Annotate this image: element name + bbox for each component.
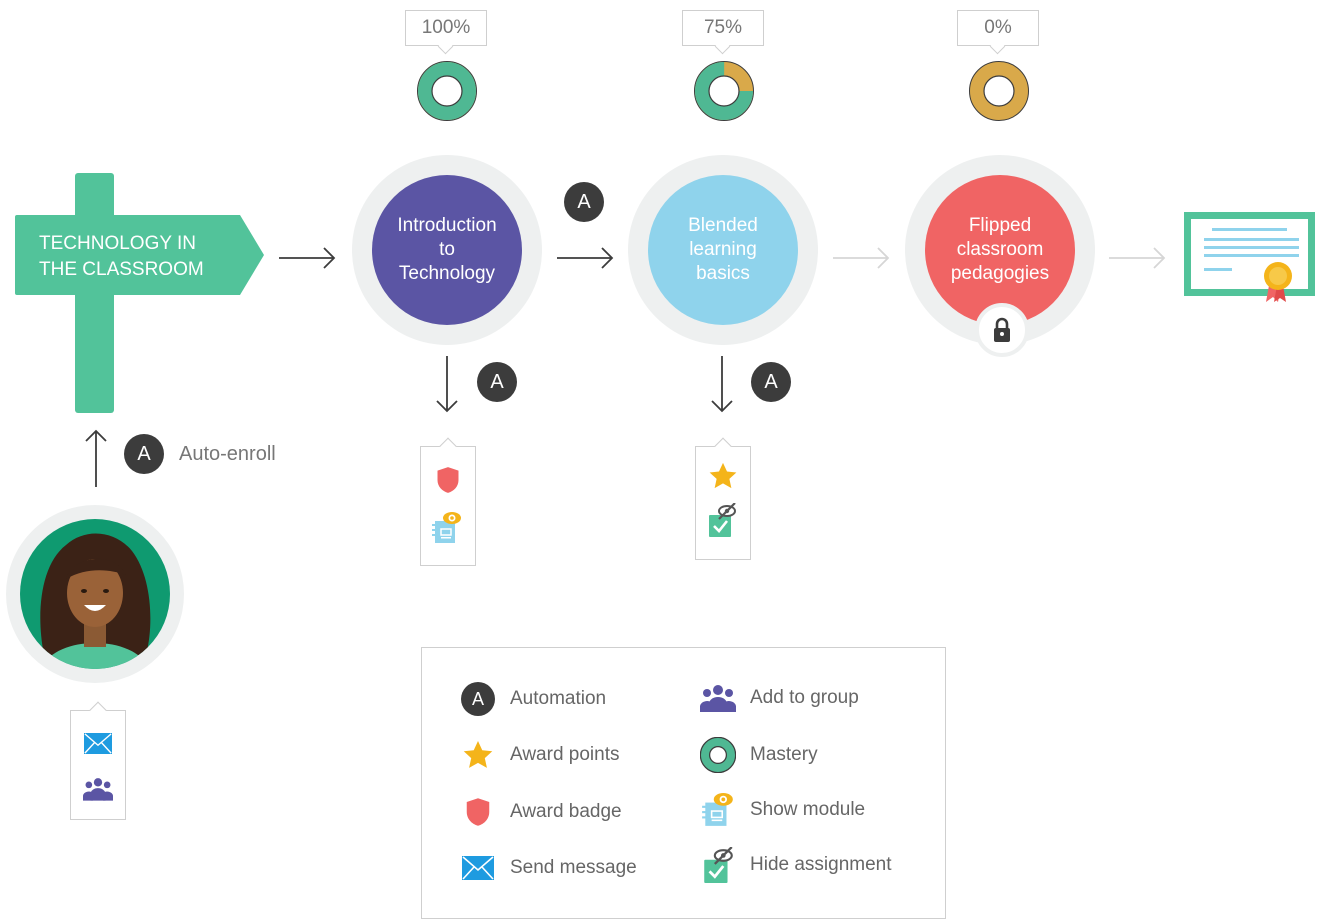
star-icon <box>462 739 494 771</box>
mastery-donut-hole <box>431 75 463 107</box>
course-1-actions-card <box>420 446 476 566</box>
legend-label: Hide assignment <box>750 854 892 875</box>
legend-label: Send message <box>510 857 637 878</box>
legend-label: Mastery <box>750 744 818 765</box>
legend-item-send-message: Send message <box>460 850 637 886</box>
legend-item-mastery: Mastery <box>700 737 818 773</box>
course-2-line-2: learning <box>689 239 757 260</box>
automation-badge-enroll: A <box>124 434 164 474</box>
mastery-donut-2 <box>694 61 754 121</box>
course-3-line-3: pedagogies <box>950 263 1050 284</box>
automation-badge-course-1-2: A <box>564 182 604 222</box>
arrow-up-enroll <box>85 429 107 487</box>
automation-icon: A <box>461 682 495 716</box>
add-to-group-icon <box>83 777 113 801</box>
legend-label: Award badge <box>510 801 622 822</box>
course-2-actions-card <box>695 446 751 560</box>
legend: A Automation Add to group Award points M… <box>421 647 946 919</box>
signpost-line-1: TECHNOLOGY IN <box>39 233 196 254</box>
learner-avatar <box>6 505 184 683</box>
person-icon <box>20 519 170 669</box>
enroll-actions-card <box>70 710 126 820</box>
arrow-down-1 <box>436 356 458 413</box>
automation-badge-course-1: A <box>477 362 517 402</box>
hide-assignment-icon <box>707 503 737 537</box>
legend-label: Add to group <box>750 687 859 708</box>
signpost: TECHNOLOGY IN THE CLASSROOM <box>15 173 265 413</box>
mastery-donut-3 <box>969 61 1029 121</box>
legend-item-award-points: Award points <box>460 737 620 773</box>
arrow-right-4 <box>1109 247 1166 269</box>
certificate-icon <box>1184 212 1315 302</box>
arrow-right-2 <box>557 247 614 269</box>
arrow-down-2 <box>711 356 733 413</box>
arrow-right-3 <box>833 247 890 269</box>
course-blended-learning-basics[interactable]: Blended learning basics <box>628 155 818 345</box>
arrow-right-1 <box>279 247 336 269</box>
course-circle-1: Introduction to Technology <box>372 175 522 325</box>
course-1-line-3: Technology <box>398 263 496 284</box>
automation-badge-course-2: A <box>751 362 791 402</box>
add-to-group-icon <box>700 684 736 712</box>
badge-shield-icon <box>434 465 462 495</box>
mastery-percent-1: 100% <box>405 10 487 46</box>
signpost-line-2: THE CLASSROOM <box>39 259 204 280</box>
course-2-line-1: Blended <box>688 215 758 236</box>
lock-icon <box>992 317 1012 343</box>
legend-item-automation: A Automation <box>460 681 606 717</box>
legend-item-hide-assignment: Hide assignment <box>700 847 892 883</box>
show-module-icon <box>702 792 734 828</box>
course-1-line-2: to <box>439 239 455 260</box>
legend-label: Award points <box>510 744 620 765</box>
mastery-percent-3: 0% <box>957 10 1039 46</box>
mastery-percent-2: 75% <box>682 10 764 46</box>
mastery-donut-hole <box>983 75 1015 107</box>
star-icon <box>708 461 738 491</box>
envelope-icon <box>462 856 494 880</box>
auto-enroll-label: Auto-enroll <box>179 443 276 465</box>
legend-item-add-to-group: Add to group <box>700 680 859 716</box>
mastery-icon <box>700 737 736 773</box>
badge-shield-icon <box>463 796 493 828</box>
course-circle-2: Blended learning basics <box>648 175 798 325</box>
hide-assignment-icon <box>702 847 734 883</box>
course-flipped-classroom-pedagogies[interactable]: Flipped classroom pedagogies <box>905 155 1095 357</box>
mastery-donut-1 <box>417 61 477 121</box>
course-2-line-3: basics <box>696 263 750 284</box>
legend-item-award-badge: Award badge <box>460 794 622 830</box>
signpost-title: TECHNOLOGY IN THE CLASSROOM <box>39 231 204 283</box>
legend-item-show-module: Show module <box>700 792 865 828</box>
course-1-line-1: Introduction <box>397 215 497 236</box>
course-3-line-2: classroom <box>956 239 1044 260</box>
lock-badge <box>975 303 1029 357</box>
course-introduction-to-technology[interactable]: Introduction to Technology <box>352 155 542 345</box>
show-module-icon <box>432 511 462 545</box>
legend-label: Automation <box>510 688 607 709</box>
envelope-icon <box>84 733 112 754</box>
legend-label: Show module <box>750 799 866 820</box>
mastery-donut-hole <box>708 75 740 107</box>
course-3-line-1: Flipped <box>968 215 1032 236</box>
